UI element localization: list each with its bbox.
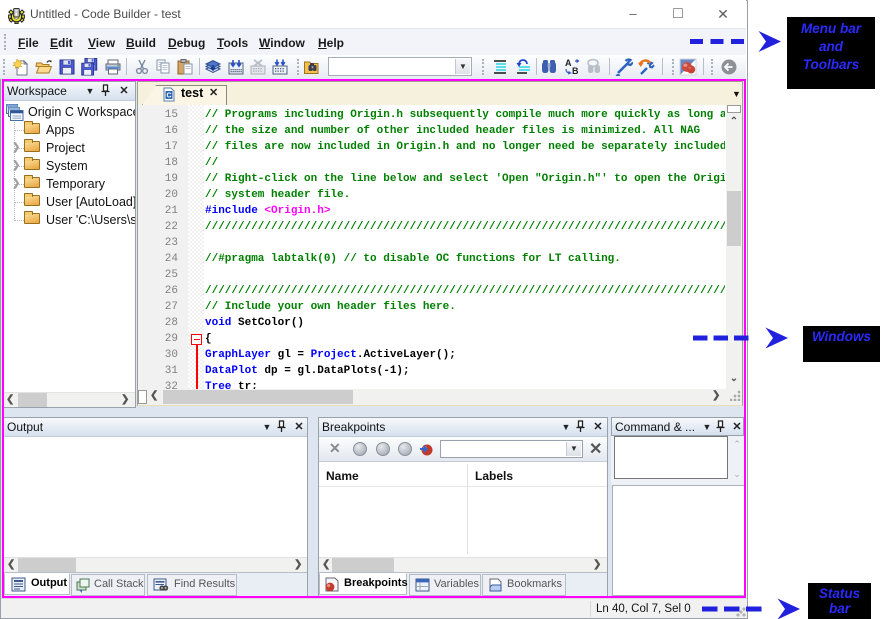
svg-text:B: B bbox=[572, 66, 579, 76]
svg-text:A: A bbox=[565, 58, 572, 68]
